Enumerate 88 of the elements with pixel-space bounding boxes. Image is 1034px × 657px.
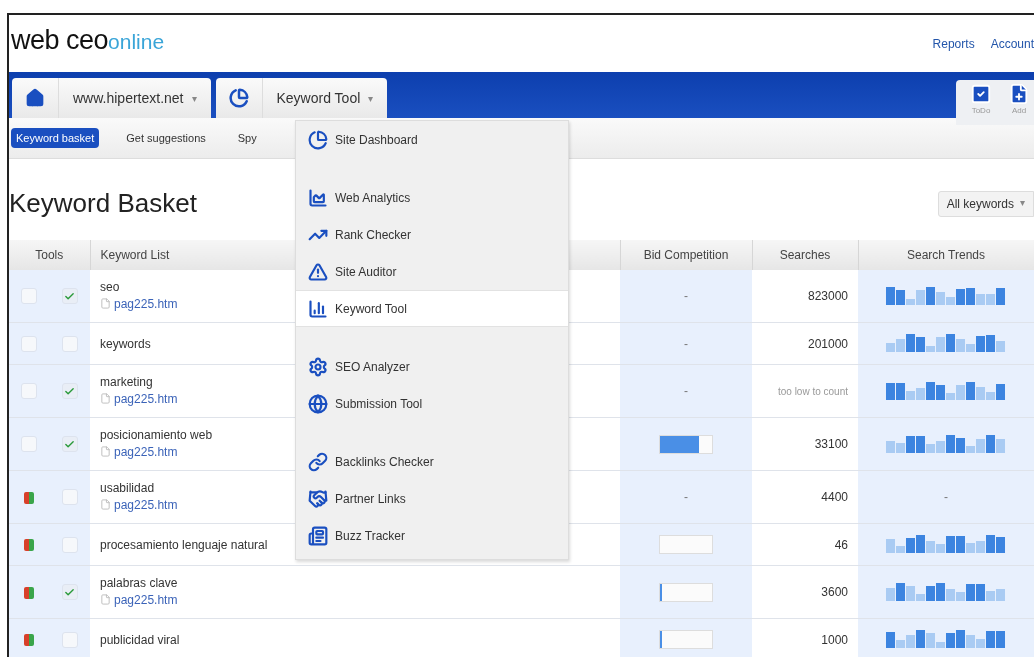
bid-bar: [659, 535, 713, 554]
handshake-icon: [308, 488, 328, 509]
searches-count: 1000: [821, 632, 848, 647]
keyword-text: palabras clave: [100, 575, 178, 590]
file-icon: [100, 298, 111, 310]
checkbox[interactable]: [21, 288, 37, 304]
check-toggle[interactable]: [61, 536, 78, 553]
checkbox[interactable]: [21, 383, 37, 399]
searches-count: too low to count: [777, 386, 848, 397]
check-toggle[interactable]: [61, 288, 78, 304]
bid-bar: [659, 582, 713, 602]
subnav-tab[interactable]: Get suggestions: [121, 128, 211, 148]
menu-item[interactable]: Partner Links: [296, 480, 568, 517]
link-icon: [308, 451, 328, 472]
searches-count: 4400: [821, 490, 848, 504]
keyword-text: publicidad viral: [100, 632, 180, 647]
file-icon: [100, 499, 111, 511]
column-header: Tools: [9, 240, 90, 270]
trend-text: -: [944, 490, 948, 504]
check-icon: [64, 290, 75, 302]
area-chart-icon: [308, 187, 328, 208]
column-header: Searches: [752, 240, 858, 270]
subnav-tab[interactable]: Keyword basket: [11, 128, 100, 148]
keyword-text: posicionamiento web: [100, 427, 213, 442]
page-title: Keyword Basket: [9, 188, 197, 219]
column-header: Search Trends: [858, 240, 1034, 270]
file-plus-icon: [1008, 83, 1030, 105]
page-link[interactable]: pag225.htm: [100, 497, 178, 512]
page-link[interactable]: pag225.htm: [100, 296, 178, 311]
logo[interactable]: web ceoonline: [11, 25, 165, 56]
check-toggle[interactable]: [61, 489, 78, 505]
top-link[interactable]: Reports: [932, 37, 975, 51]
check-toggle[interactable]: [61, 335, 78, 352]
file-icon: [100, 446, 111, 458]
gear-icon: [308, 356, 328, 377]
bid-text: -: [684, 289, 688, 303]
checkbox[interactable]: [21, 335, 37, 352]
keyword-text: procesamiento lenguaje natural: [100, 537, 268, 552]
flag-icon[interactable]: [24, 539, 34, 552]
checkbox-icon: [970, 83, 992, 105]
menu-item[interactable]: SEO Analyzer: [296, 348, 568, 385]
pie-chart-icon[interactable]: [228, 88, 249, 108]
menu-item[interactable]: Site Dashboard: [296, 121, 568, 158]
keyword-text: marketing: [100, 374, 153, 389]
newspaper-icon: [308, 525, 328, 546]
keyword-text: seo: [100, 279, 120, 294]
page-link[interactable]: pag225.htm: [100, 444, 178, 459]
flag-icon[interactable]: [24, 586, 34, 599]
bid-text: -: [684, 336, 688, 351]
pie-chart-icon: [308, 129, 328, 150]
menu-item[interactable]: Backlinks Checker: [296, 443, 568, 480]
searches-count: 201000: [807, 336, 848, 351]
bid-text: -: [684, 384, 688, 398]
flag-icon[interactable]: [24, 634, 34, 647]
page-link[interactable]: pag225.htm: [100, 592, 178, 607]
check-icon: [64, 438, 75, 450]
top-link[interactable]: Account: [990, 37, 1034, 51]
flag-icon[interactable]: [24, 491, 34, 504]
warning-icon: [308, 261, 328, 282]
searches-count: 46: [834, 537, 848, 552]
menu-item[interactable]: Submission Tool: [296, 385, 568, 422]
bid-bar: [659, 630, 713, 649]
check-toggle[interactable]: [61, 584, 78, 600]
check-toggle[interactable]: [61, 436, 78, 452]
bid-text: -: [684, 490, 688, 504]
menu-item[interactable]: Keyword Tool: [296, 290, 568, 327]
home-icon[interactable]: [25, 88, 45, 108]
filter-select[interactable]: All keywords ▾: [937, 190, 1034, 217]
menu-item[interactable]: Web Analytics: [296, 179, 568, 216]
searches-count: 823000: [807, 289, 848, 303]
check-icon: [64, 586, 75, 598]
searches-count: 3600: [821, 585, 848, 599]
subnav-tab[interactable]: Spy: [232, 128, 262, 148]
file-icon: [100, 393, 111, 405]
page-link[interactable]: pag225.htm: [100, 391, 178, 406]
menu-item[interactable]: Buzz Tracker: [296, 517, 568, 554]
bar-chart-icon: [308, 298, 328, 319]
check-toggle[interactable]: [61, 631, 78, 648]
keyword-text: usabilidad: [100, 480, 155, 495]
globe-icon: [308, 393, 328, 414]
keyword-text: keywords: [100, 336, 151, 351]
searches-count: 33100: [814, 437, 848, 451]
file-icon: [100, 594, 111, 606]
column-header: Bid Competition: [620, 240, 752, 270]
check-icon: [64, 385, 75, 397]
bid-bar: [659, 434, 713, 454]
checkbox[interactable]: [21, 436, 37, 452]
check-toggle[interactable]: [61, 383, 78, 399]
